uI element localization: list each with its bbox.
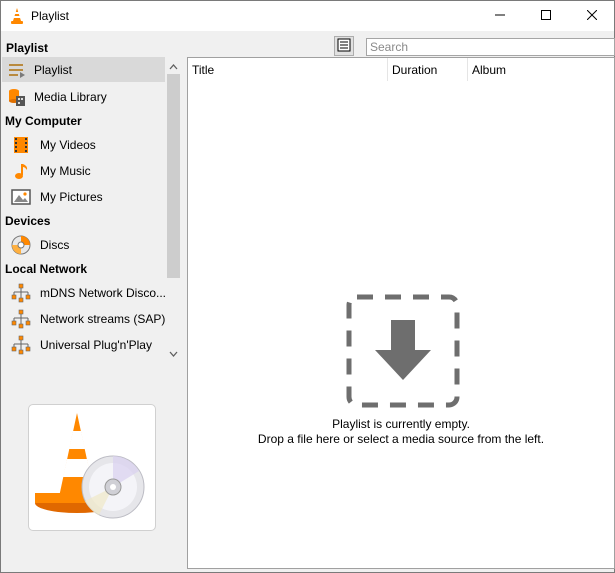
- film-icon: [10, 134, 32, 156]
- sidebar-item-discs[interactable]: Discs: [2, 232, 165, 257]
- column-header-title[interactable]: Title: [188, 58, 388, 81]
- search-input[interactable]: [366, 38, 615, 56]
- maximize-button[interactable]: [523, 1, 569, 31]
- disc-icon: [10, 234, 32, 256]
- sidebar-item-label: Playlist: [34, 62, 73, 77]
- close-icon: [586, 9, 598, 23]
- drop-download-icon: [346, 294, 460, 411]
- maximize-icon: [541, 9, 551, 23]
- close-button[interactable]: [569, 1, 615, 31]
- playlist-view[interactable]: Title Duration Album Playlist is current…: [187, 57, 615, 569]
- window-title: Playlist: [31, 9, 70, 23]
- category-my-computer: My Computer: [5, 114, 82, 128]
- sidebar-item-label: Media Library: [34, 89, 107, 104]
- playlist-heading: Playlist: [6, 41, 49, 55]
- column-header-duration[interactable]: Duration: [388, 58, 468, 81]
- sidebar-item-mdns[interactable]: mDNS Network Disco...: [2, 280, 167, 305]
- sidebar-item-label: My Pictures: [40, 189, 103, 204]
- sidebar-item-playlist[interactable]: Playlist: [2, 57, 165, 82]
- scroll-down-arrow[interactable]: [165, 344, 182, 361]
- sidebar-item-my-pictures[interactable]: My Pictures: [2, 184, 165, 209]
- media-library-icon: [6, 86, 28, 108]
- empty-message: Playlist is currently empty.: [332, 417, 470, 431]
- network-icon: [10, 334, 32, 356]
- sidebar-item-label: Discs: [40, 237, 70, 252]
- playlist-window: Playlist Playlist Search Playlist Media …: [0, 0, 615, 573]
- sidebar-item-sap[interactable]: Network streams (SAP): [2, 306, 165, 331]
- sidebar-item-my-videos[interactable]: My Videos: [2, 132, 165, 157]
- view-mode-button[interactable]: [334, 36, 354, 56]
- network-icon: [10, 282, 32, 304]
- minimize-button[interactable]: [477, 1, 523, 31]
- sidebar-item-label: mDNS Network Disco...: [40, 285, 167, 300]
- minimize-icon: [495, 9, 505, 23]
- sidebar-item-media-library[interactable]: Media Library: [2, 84, 165, 109]
- chevron-up-icon: [169, 59, 178, 73]
- picture-icon: [10, 186, 32, 208]
- vlc-cone-icon: [9, 7, 25, 25]
- music-note-icon: [10, 160, 32, 182]
- sidebar-item-label: My Videos: [40, 137, 96, 152]
- empty-hint: Drop a file here or select a media sourc…: [257, 432, 545, 446]
- sidebar-item-label: Network streams (SAP): [40, 311, 166, 326]
- sidebar-item-my-music[interactable]: My Music: [2, 158, 165, 183]
- sidebar-item-upnp[interactable]: Universal Plug'n'Play: [2, 332, 165, 357]
- title-bar[interactable]: Playlist: [1, 1, 614, 31]
- network-icon: [10, 308, 32, 330]
- scroll-up-arrow[interactable]: [165, 57, 182, 74]
- sidebar-item-label: My Music: [40, 163, 91, 178]
- list-view-icon: [337, 38, 351, 55]
- category-local-network: Local Network: [5, 262, 88, 276]
- column-header-album[interactable]: Album: [468, 58, 614, 81]
- sidebar: Playlist Media Library My Computer My Vi…: [2, 57, 181, 363]
- vlc-cone-disc-icon: [29, 413, 155, 533]
- album-art: [28, 404, 156, 531]
- playlist-icon: [6, 59, 28, 81]
- sidebar-item-label: Universal Plug'n'Play: [40, 337, 152, 352]
- category-devices: Devices: [5, 214, 51, 228]
- sidebar-scrollbar[interactable]: [165, 57, 182, 361]
- scroll-thumb[interactable]: [167, 74, 180, 278]
- chevron-down-icon: [169, 346, 178, 360]
